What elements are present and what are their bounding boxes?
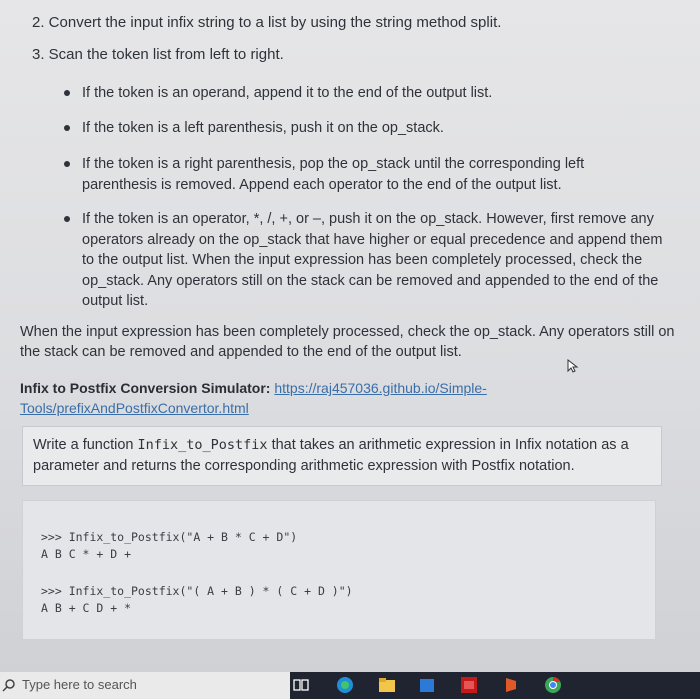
taskbar-search-box[interactable]: Type here to search <box>0 672 290 699</box>
store-icon[interactable] <box>418 676 436 694</box>
mouse-cursor-icon <box>567 359 579 373</box>
step-3-text: 3. Scan the token list from left to righ… <box>32 46 284 63</box>
office-icon[interactable] <box>502 676 520 694</box>
bullet-item: If the token is a right parenthesis, pop… <box>58 154 642 195</box>
mail-icon[interactable] <box>460 676 478 694</box>
closing-paragraph: When the input expression has been compl… <box>20 324 675 360</box>
examples-box: >>> Infix_to_Postfix("A + B * C + D") A … <box>22 500 656 640</box>
bullet-item: If the token is an operator, *, /, +, or… <box>58 209 674 312</box>
simulator-label: Infix to Postfix Conversion Simulator: <box>20 380 271 396</box>
function-name: Infix_to_Postfix <box>137 437 268 453</box>
document-page: 2. Convert the input infix string to a l… <box>0 0 700 672</box>
step-2-text: 2. Convert the input infix string to a l… <box>32 14 502 31</box>
edge-icon[interactable] <box>336 676 354 694</box>
search-placeholder: Type here to search <box>22 677 137 692</box>
chrome-icon[interactable] <box>544 676 562 694</box>
simulator-line: Infix to Postfix Conversion Simulator: h… <box>20 378 680 418</box>
file-explorer-icon[interactable] <box>378 676 396 694</box>
bullet-item: If the token is an operand, append it to… <box>58 83 672 104</box>
windows-taskbar: Type here to search <box>0 672 700 699</box>
example-call: >>> Infix_to_Postfix("( A + B ) * ( C + … <box>41 584 353 598</box>
example-result: A B + C D + * <box>41 601 132 615</box>
example-result: A B C * + D + <box>41 547 132 561</box>
example-call: >>> Infix_to_Postfix("A + B * C + D") <box>41 530 298 544</box>
task-prefix: Write a function <box>33 437 138 453</box>
task-description-box: Write a function Infix_to_Postfix that t… <box>22 426 662 486</box>
bullet-item: If the token is a left parenthesis, push… <box>58 118 672 139</box>
search-icon <box>2 679 15 692</box>
task-view-icon[interactable] <box>292 676 310 694</box>
